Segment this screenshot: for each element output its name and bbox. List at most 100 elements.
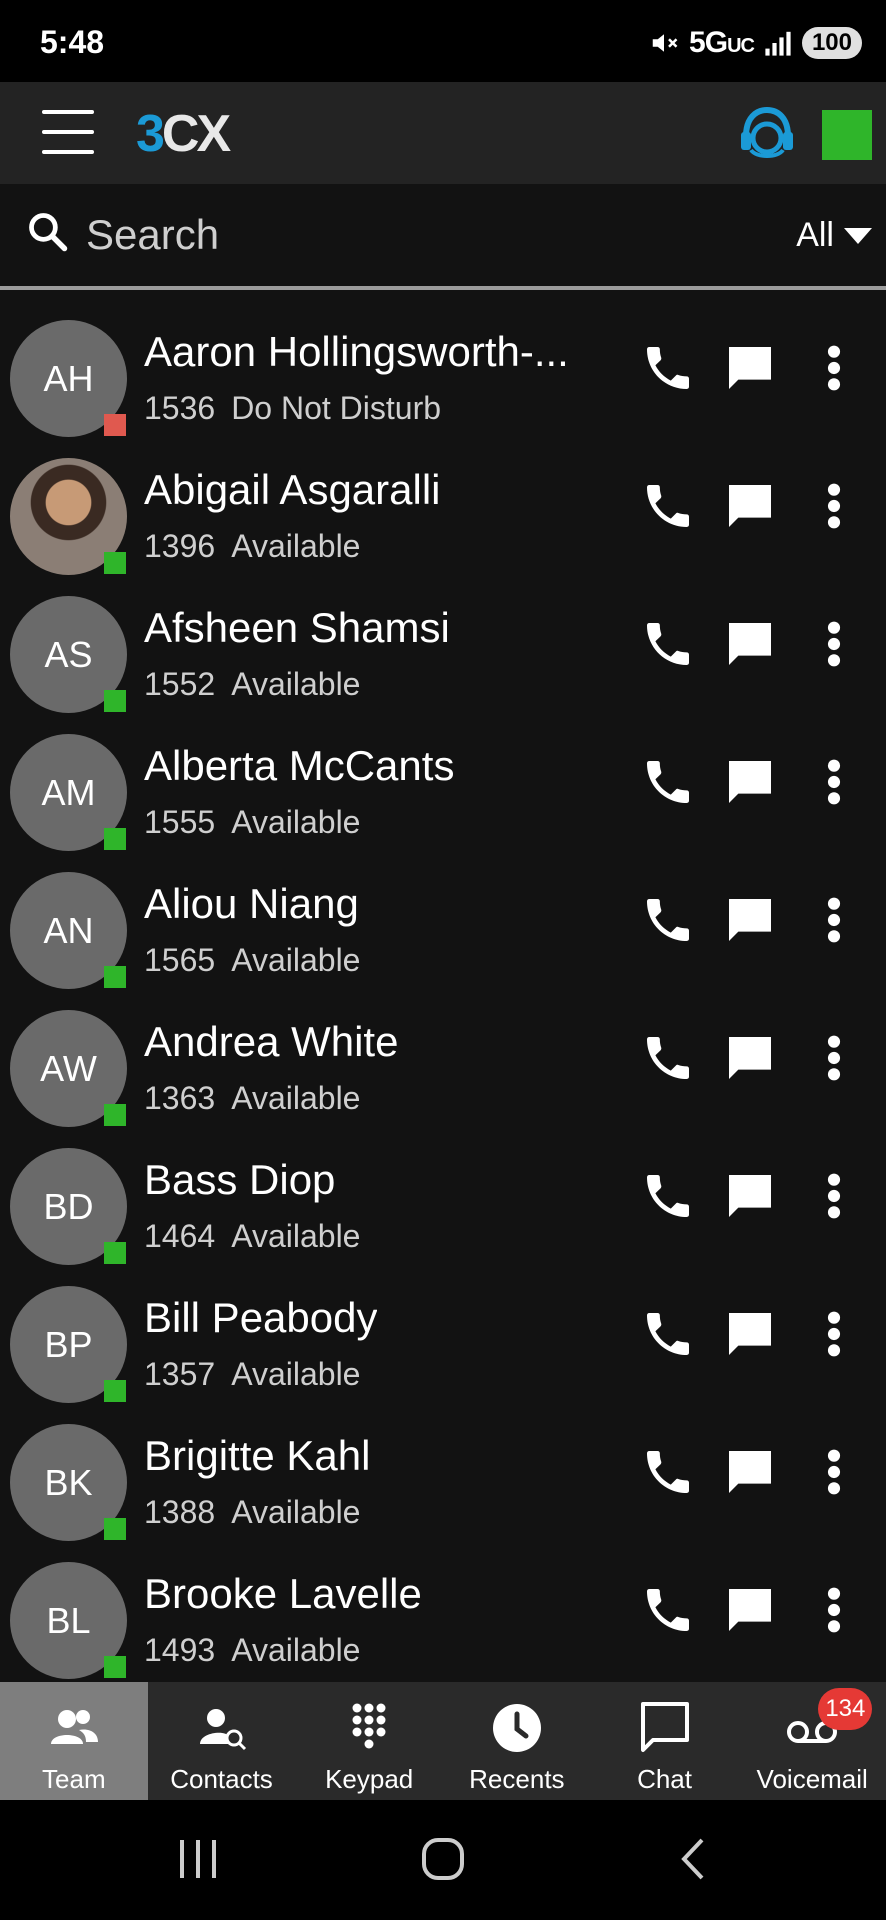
clock-icon (492, 1704, 541, 1752)
contact-name: Abigail Asgaralli (144, 466, 441, 513)
recent-apps-icon[interactable] (176, 1836, 220, 1882)
contact-extension: 1363 (144, 1080, 216, 1116)
menu-icon[interactable] (42, 110, 94, 154)
contact-status: Available (231, 1218, 361, 1254)
status-time: 5:48 (40, 24, 105, 60)
filter-label: All (796, 216, 834, 254)
contact-name: Brigitte Kahl (144, 1432, 371, 1479)
presence-status-button[interactable] (822, 110, 872, 160)
more-options-icon[interactable] (812, 1444, 856, 1500)
contact-status: Available (231, 1494, 361, 1530)
call-icon[interactable] (640, 1168, 696, 1224)
more-options-icon[interactable] (812, 754, 856, 810)
contact-extension: 1552 (144, 666, 216, 702)
call-icon[interactable] (640, 478, 696, 534)
contact-extension: 1555 (144, 804, 216, 840)
presence-indicator (104, 1518, 126, 1540)
mute-icon (652, 34, 678, 52)
back-icon[interactable] (676, 1836, 710, 1882)
network-type: 5G (689, 26, 728, 59)
contact-row[interactable]: AW Andrea White 1363 Available (0, 986, 886, 1127)
tab-keypad[interactable]: Keypad (295, 1682, 443, 1800)
message-icon[interactable] (722, 340, 778, 396)
voicemail-badge: 134 (818, 1688, 873, 1730)
search-input[interactable] (84, 210, 588, 260)
message-icon[interactable] (722, 1582, 778, 1638)
contacts-search-icon (199, 1709, 246, 1751)
presence-indicator (104, 1380, 126, 1402)
headset-icon[interactable] (738, 106, 796, 160)
call-icon[interactable] (640, 1306, 696, 1362)
call-icon[interactable] (640, 1582, 696, 1638)
contact-extension: 1493 (144, 1632, 216, 1668)
contact-name: Alberta McCants (144, 742, 455, 789)
more-options-icon[interactable] (812, 1306, 856, 1362)
contact-extension: 1565 (144, 942, 216, 978)
contact-row[interactable]: BP Bill Peabody 1357 Available (0, 1262, 886, 1403)
contact-name: Aaron Hollingsworth-... (144, 328, 569, 375)
divider (0, 286, 886, 290)
tab-team[interactable]: Team (0, 1682, 148, 1800)
logo-3: 3 (136, 105, 165, 163)
contact-subtitle: 1396 Available (144, 528, 360, 565)
contact-row[interactable]: AH Aaron Hollingsworth-... 1536 Do Not Di… (0, 296, 886, 437)
contact-subtitle: 1536 Do Not Disturb (144, 390, 441, 427)
keypad-icon (352, 1703, 386, 1749)
message-icon[interactable] (722, 1306, 778, 1362)
contact-row[interactable]: BD Bass Diop 1464 Available (0, 1124, 886, 1265)
tab-label: Voicemail (756, 1764, 868, 1794)
presence-indicator (104, 1104, 126, 1126)
more-options-icon[interactable] (812, 1168, 856, 1224)
more-options-icon[interactable] (812, 892, 856, 948)
tab-recents[interactable]: Recents (443, 1682, 591, 1800)
more-options-icon[interactable] (812, 1582, 856, 1638)
contact-name: Andrea White (144, 1018, 399, 1065)
chat-icon (640, 1702, 689, 1752)
call-icon[interactable] (640, 616, 696, 672)
call-icon[interactable] (640, 754, 696, 810)
chevron-down-icon (844, 227, 872, 244)
home-icon[interactable] (420, 1836, 466, 1882)
tab-label: Contacts (170, 1764, 273, 1794)
call-icon[interactable] (640, 892, 696, 948)
message-icon[interactable] (722, 1168, 778, 1224)
contact-row[interactable]: BL Brooke Lavelle 1493 Available (0, 1538, 886, 1679)
call-icon[interactable] (640, 1030, 696, 1086)
message-icon[interactable] (722, 754, 778, 810)
presence-indicator (104, 414, 126, 436)
more-options-icon[interactable] (812, 616, 856, 672)
contact-row[interactable]: AN Aliou Niang 1565 Available (0, 848, 886, 989)
contact-row[interactable]: Abigail Asgaralli 1396 Available (0, 434, 886, 575)
network-sub: UC (727, 35, 755, 57)
tab-label: Chat (637, 1764, 692, 1794)
contact-status: Do Not Disturb (231, 390, 442, 426)
search-bar: All (0, 184, 886, 286)
contact-row[interactable]: AS Afsheen Shamsi 1552 Available (0, 572, 886, 713)
contact-status: Available (231, 1080, 361, 1116)
contact-name: Bill Peabody (144, 1294, 378, 1341)
filter-dropdown[interactable]: All (796, 216, 872, 255)
more-options-icon[interactable] (812, 1030, 856, 1086)
contact-status: Available (231, 528, 361, 564)
message-icon[interactable] (722, 478, 778, 534)
contact-extension: 1536 (144, 390, 216, 426)
contact-name: Bass Diop (144, 1156, 336, 1203)
tab-voicemail[interactable]: 134 Voicemail (738, 1682, 886, 1800)
signal-icon (765, 31, 791, 56)
more-options-icon[interactable] (812, 478, 856, 534)
tab-contacts[interactable]: Contacts (148, 1682, 296, 1800)
call-icon[interactable] (640, 340, 696, 396)
message-icon[interactable] (722, 1030, 778, 1086)
contact-subtitle: 1493 Available (144, 1632, 360, 1669)
contact-row[interactable]: AM Alberta McCants 1555 Available (0, 710, 886, 851)
contact-row[interactable]: BK Brigitte Kahl 1388 Available (0, 1400, 886, 1541)
message-icon[interactable] (722, 1444, 778, 1500)
app-logo: 3CX (136, 104, 231, 164)
contact-subtitle: 1363 Available (144, 1080, 360, 1117)
message-icon[interactable] (722, 892, 778, 948)
call-icon[interactable] (640, 1444, 696, 1500)
more-options-icon[interactable] (812, 340, 856, 396)
tab-chat[interactable]: Chat (591, 1682, 739, 1800)
search-icon (29, 213, 68, 252)
message-icon[interactable] (722, 616, 778, 672)
